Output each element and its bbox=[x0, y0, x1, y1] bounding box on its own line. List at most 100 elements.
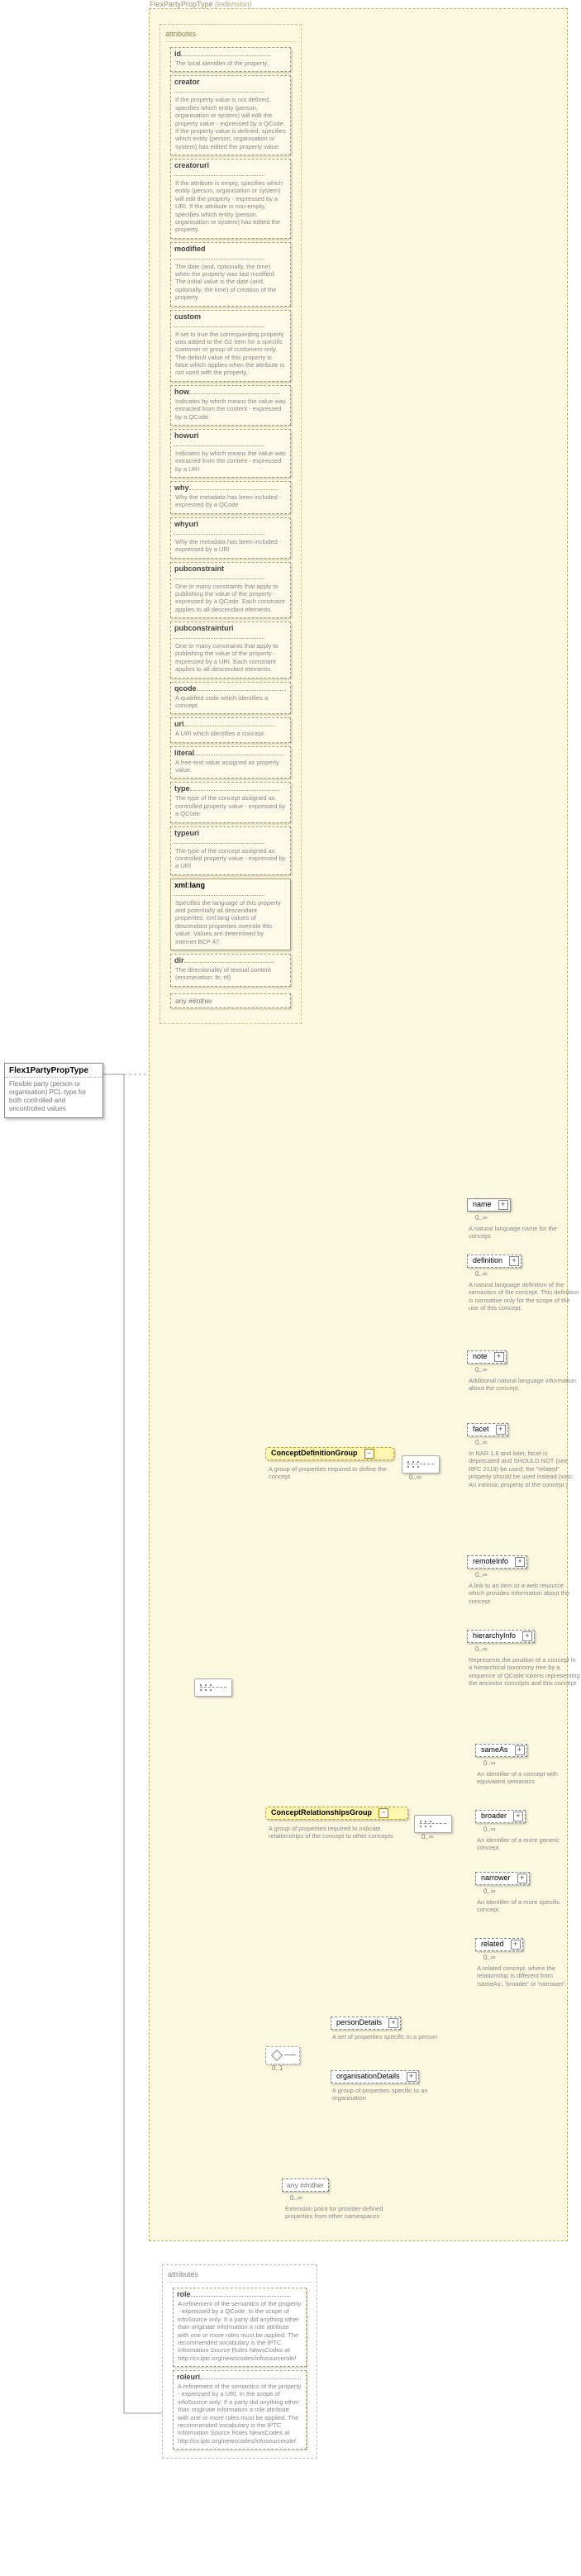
attribute-xml-lang[interactable]: xml:langSpecifies the language of this p… bbox=[170, 879, 291, 950]
element-desc: An identifier of a more specific concept… bbox=[477, 1898, 576, 1914]
element-name: name bbox=[469, 1198, 495, 1209]
any-label: any ##other bbox=[287, 2181, 324, 2189]
element-name: hierarchyInfo bbox=[469, 1630, 519, 1640]
attribute-name: literal bbox=[171, 747, 290, 757]
attribute-why[interactable]: whyWhy the metadata has been included - … bbox=[170, 481, 291, 514]
attribute-literal[interactable]: literalA free-text value assigned as pro… bbox=[170, 746, 291, 779]
collapse-icon[interactable]: − bbox=[364, 1449, 374, 1459]
element-name: narrower bbox=[478, 1872, 514, 1883]
occurrence-label: 0..∞ bbox=[475, 1270, 488, 1278]
expand-icon[interactable]: + bbox=[496, 1425, 506, 1435]
attribute-desc: The directionality of textual content (e… bbox=[171, 964, 290, 986]
attributes-block: attributes idThe local identifier of the… bbox=[160, 24, 302, 1024]
extension-base-name: FlexPartyPropType bbox=[150, 0, 213, 8]
attribute-how[interactable]: howIndicates by which means the value wa… bbox=[170, 385, 291, 426]
attribute-uri[interactable]: uriA URI which identifies a concept. bbox=[170, 717, 291, 742]
expand-icon[interactable]: + bbox=[515, 1557, 525, 1567]
concept-definition-group[interactable]: ConceptDefinitionGroup− bbox=[265, 1447, 394, 1460]
element-desc: A natural language name for the concept. bbox=[469, 1225, 580, 1240]
attribute-howuri[interactable]: howuriIndicates by which means the value… bbox=[170, 429, 291, 478]
choice-compositor[interactable] bbox=[265, 2046, 300, 2064]
any-label: any ##other bbox=[175, 997, 212, 1005]
element-hierarchyInfo[interactable]: hierarchyInfo+ bbox=[467, 1630, 535, 1643]
attribute-desc: One or many constraints that apply to pu… bbox=[171, 640, 290, 678]
group-title: ConceptDefinitionGroup bbox=[268, 1447, 361, 1458]
attribute-desc: Why the metadata has been included - exp… bbox=[171, 536, 290, 558]
attribute-desc: If the attribute is empty, specifies whi… bbox=[171, 178, 290, 238]
attribute-desc: Why the metadata has been included - exp… bbox=[171, 492, 290, 513]
element-facet[interactable]: facet+ bbox=[467, 1423, 508, 1436]
expand-icon[interactable]: + bbox=[511, 1940, 521, 1950]
xsd-diagram: { "root": { "title": "Flex1PartyPropType… bbox=[0, 0, 581, 2576]
element-note[interactable]: note+ bbox=[467, 1350, 507, 1364]
element-desc: An identifier of a concept with equivale… bbox=[477, 1770, 576, 1786]
attribute-pubconstrainturi[interactable]: pubconstrainturiOne or many constraints … bbox=[170, 621, 291, 679]
element-name: related bbox=[478, 1938, 507, 1949]
occurrence-label: 0..∞ bbox=[483, 1759, 496, 1767]
expand-icon[interactable]: + bbox=[517, 1874, 527, 1883]
element-organisationDetails[interactable]: organisationDetails+ bbox=[331, 2070, 419, 2083]
element-desc: Additional natural language information … bbox=[469, 1377, 580, 1393]
occurrence-label: 0..∞ bbox=[475, 1571, 488, 1578]
expand-icon[interactable]: + bbox=[388, 2018, 398, 2028]
element-name: sameAs bbox=[478, 1744, 512, 1755]
element-remoteInfo[interactable]: remoteInfo+ bbox=[467, 1555, 527, 1569]
sequence-compositor[interactable] bbox=[402, 1455, 440, 1474]
attribute-modified[interactable]: modifiedThe date (and, optionally, the t… bbox=[170, 242, 291, 307]
root-complex-type[interactable]: Flex1PartyPropType Flexible party (perso… bbox=[4, 1063, 103, 1118]
occurrence-label: 0..∞ bbox=[483, 1954, 496, 1961]
attribute-name: creator bbox=[171, 76, 290, 94]
concept-relationships-group[interactable]: ConceptRelationshipsGroup− bbox=[265, 1807, 408, 1820]
element-broader[interactable]: broader+ bbox=[475, 1810, 526, 1823]
expand-icon[interactable]: + bbox=[509, 1256, 519, 1266]
any-element-wildcard[interactable]: any ##other bbox=[282, 2178, 329, 2192]
attribute-name: how bbox=[171, 386, 290, 396]
attribute-typeuri[interactable]: typeuriThe type of the concept assigned … bbox=[170, 826, 291, 875]
element-name[interactable]: name+ bbox=[467, 1198, 511, 1212]
element-personDetails[interactable]: personDetails+ bbox=[331, 2017, 401, 2030]
occurrence-label: 0..∞ bbox=[483, 1826, 496, 1833]
element-name: remoteInfo bbox=[469, 1555, 512, 1566]
root-desc: Flexible party (person or organisation) … bbox=[5, 1078, 102, 1117]
attributes-title: attributes bbox=[168, 2270, 312, 2283]
attribute-qcode[interactable]: qcodeA qualified code which identifies a… bbox=[170, 682, 291, 715]
expand-icon[interactable]: + bbox=[407, 2072, 417, 2082]
attribute-roleuri[interactable]: roleuriA refinement of the semantics of … bbox=[173, 2370, 307, 2450]
collapse-icon[interactable]: − bbox=[379, 1808, 388, 1818]
attribute-desc: A refinement of the semantics of the pro… bbox=[174, 2381, 306, 2449]
element-narrower[interactable]: narrower+ bbox=[475, 1872, 530, 1885]
attributes-block-2: attributes roleA refinement of the seman… bbox=[162, 2264, 317, 2459]
attribute-desc: The type of the concept assigned as cont… bbox=[171, 845, 290, 874]
expand-icon[interactable]: + bbox=[498, 1200, 508, 1210]
element-desc: A set of properties specific to a person bbox=[332, 2033, 456, 2040]
element-sameAs[interactable]: sameAs+ bbox=[475, 1744, 527, 1757]
sequence-compositor[interactable] bbox=[194, 1678, 232, 1697]
attribute-name: id bbox=[171, 48, 290, 58]
attribute-pubconstraint[interactable]: pubconstraintOne or many constraints tha… bbox=[170, 562, 291, 619]
attribute-creatoruri[interactable]: creatoruriIf the attribute is empty, spe… bbox=[170, 159, 291, 239]
attribute-desc: A qualified code which identifies a conc… bbox=[171, 693, 290, 714]
attribute-name: typeuri bbox=[171, 827, 290, 845]
group-desc: A group of properties required to indica… bbox=[269, 1825, 401, 1840]
element-desc: Represents the position of a concept in … bbox=[469, 1656, 580, 1688]
attribute-creator[interactable]: creatorIf the property value is not defi… bbox=[170, 75, 291, 155]
element-related[interactable]: related + bbox=[475, 1938, 523, 1951]
sequence-compositor[interactable] bbox=[414, 1815, 452, 1833]
expand-icon[interactable]: + bbox=[515, 1745, 525, 1755]
expand-icon[interactable]: + bbox=[522, 1631, 532, 1641]
attribute-whyuri[interactable]: whyuriWhy the metadata has been included… bbox=[170, 517, 291, 559]
attribute-name: custom bbox=[171, 311, 290, 329]
expand-icon[interactable]: + bbox=[494, 1352, 504, 1362]
expand-icon[interactable]: + bbox=[513, 1812, 523, 1821]
attribute-name: dir bbox=[171, 955, 290, 964]
attribute-name: creatoruri bbox=[171, 160, 290, 178]
attribute-name: pubconstrainturi bbox=[171, 622, 290, 640]
attribute-id[interactable]: idThe local identifier of the property. bbox=[170, 47, 291, 72]
attribute-role[interactable]: roleA refinement of the semantics of the… bbox=[173, 2288, 307, 2367]
attribute-dir[interactable]: dirThe directionality of textual content… bbox=[170, 954, 291, 987]
attribute-type[interactable]: typeThe type of the concept assigned as … bbox=[170, 782, 291, 822]
attribute-name: role bbox=[174, 2288, 306, 2298]
attribute-custom[interactable]: customIf set to true the corresponding p… bbox=[170, 310, 291, 382]
attribute-any-other[interactable]: any ##other bbox=[170, 993, 291, 1008]
element-definition[interactable]: definition+ bbox=[467, 1255, 521, 1268]
